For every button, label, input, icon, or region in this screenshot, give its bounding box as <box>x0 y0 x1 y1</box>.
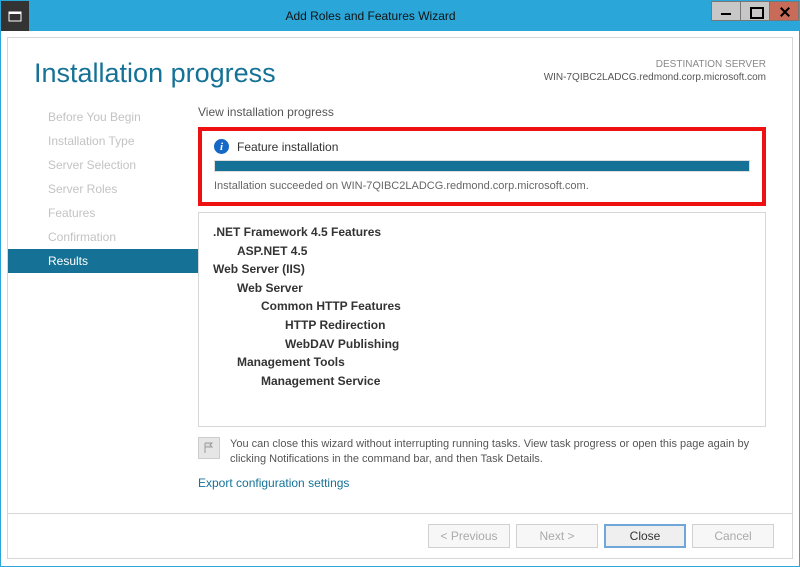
window-title: Add Roles and Features Wizard <box>29 9 712 23</box>
close-note-text: You can close this wizard without interr… <box>230 437 766 468</box>
cancel-button: Cancel <box>692 524 774 548</box>
content-area: View installation progress i Feature ins… <box>198 105 792 490</box>
tree-item: Common HTTP Features <box>213 297 751 316</box>
install-success-message: Installation succeeded on WIN-7QIBC2LADC… <box>214 180 750 192</box>
previous-button: < Previous <box>428 524 510 548</box>
wizard-app-icon <box>1 1 29 31</box>
close-button[interactable]: Close <box>604 524 686 548</box>
close-note: You can close this wizard without interr… <box>198 437 766 468</box>
flag-icon <box>198 437 220 459</box>
info-icon: i <box>214 139 229 154</box>
minimize-button[interactable] <box>711 1 741 21</box>
tree-item: HTTP Redirection <box>213 316 751 335</box>
tree-item: Management Tools <box>213 353 751 372</box>
export-config-link[interactable]: Export configuration settings <box>198 476 349 490</box>
wizard-window: Add Roles and Features Wizard Installati… <box>0 0 800 567</box>
tree-item: ASP.NET 4.5 <box>213 242 751 261</box>
installed-features-tree: .NET Framework 4.5 Features ASP.NET 4.5 … <box>198 212 766 427</box>
destination-label: DESTINATION SERVER <box>544 58 766 71</box>
feature-install-title: Feature installation <box>237 140 338 154</box>
wizard-nav: Before You Begin Installation Type Serve… <box>8 105 198 490</box>
close-window-button[interactable] <box>769 1 799 21</box>
nav-before-you-begin: Before You Begin <box>34 105 198 129</box>
nav-installation-type: Installation Type <box>34 129 198 153</box>
window-controls <box>712 1 799 31</box>
nav-server-roles: Server Roles <box>34 177 198 201</box>
maximize-button[interactable] <box>740 1 770 21</box>
wizard-footer: < Previous Next > Close Cancel <box>8 513 792 558</box>
destination-block: DESTINATION SERVER WIN-7QIBC2LADCG.redmo… <box>544 58 766 89</box>
nav-confirmation: Confirmation <box>34 225 198 249</box>
tree-item: .NET Framework 4.5 Features <box>213 223 751 242</box>
next-button: Next > <box>516 524 598 548</box>
progress-bar <box>214 160 750 172</box>
titlebar[interactable]: Add Roles and Features Wizard <box>1 1 799 31</box>
nav-results[interactable]: Results <box>8 249 198 273</box>
destination-server: WIN-7QIBC2LADCG.redmond.corp.microsoft.c… <box>544 71 766 84</box>
wizard-body: Installation progress DESTINATION SERVER… <box>7 37 793 559</box>
tree-item: Web Server <box>213 279 751 298</box>
tree-item: Web Server (IIS) <box>213 260 751 279</box>
tree-item: WebDAV Publishing <box>213 335 751 354</box>
nav-server-selection: Server Selection <box>34 153 198 177</box>
view-progress-label: View installation progress <box>198 105 766 119</box>
nav-features: Features <box>34 201 198 225</box>
tree-item: Management Service <box>213 372 751 391</box>
feature-install-box: i Feature installation Installation succ… <box>198 127 766 206</box>
page-title: Installation progress <box>34 58 276 89</box>
